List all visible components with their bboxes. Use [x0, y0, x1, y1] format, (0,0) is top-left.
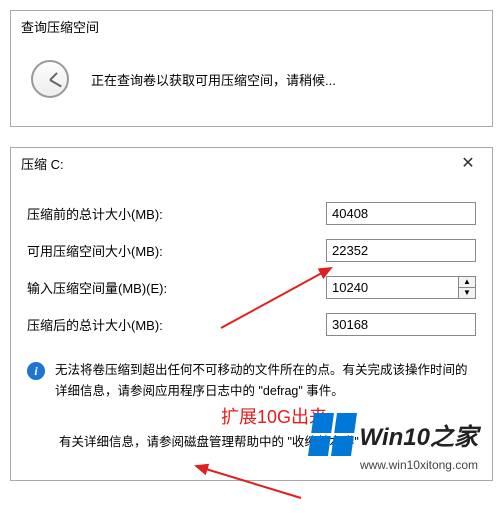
- value-available: [326, 239, 476, 262]
- query-dialog-title: 查询压缩空间: [11, 11, 492, 42]
- label-input-amount: 输入压缩空间量(MB)(E):: [27, 278, 227, 297]
- info-text: 无法将卷压缩到超出任何不可移动的文件所在的点。有关完成该操作时间的详细信息，请参…: [55, 360, 476, 403]
- label-total-before: 压缩前的总计大小(MB):: [27, 204, 227, 223]
- row-input-amount: 输入压缩空间量(MB)(E): ▲ ▼: [27, 276, 476, 299]
- value-total-before: [326, 202, 476, 225]
- query-dialog-body: 正在查询卷以获取可用压缩空间，请稍候...: [11, 42, 492, 126]
- label-available: 可用压缩空间大小(MB):: [27, 241, 227, 260]
- shrink-dialog-title: 压缩 C:: [21, 154, 450, 173]
- label-total-after: 压缩后的总计大小(MB):: [27, 315, 227, 334]
- input-shrink-amount[interactable]: [326, 276, 458, 299]
- shrink-form: 压缩前的总计大小(MB): 可用压缩空间大小(MB): 输入压缩空间量(MB)(…: [11, 178, 492, 336]
- brand-url: www.win10xitong.com: [311, 458, 478, 472]
- watermark: Win10之家 www.win10xitong.com: [311, 413, 478, 472]
- close-button[interactable]: ✕: [450, 152, 486, 174]
- row-total-after: 压缩后的总计大小(MB):: [27, 313, 476, 336]
- spinner-down[interactable]: ▼: [459, 288, 475, 298]
- spinner-up[interactable]: ▲: [459, 277, 475, 288]
- shrink-dialog-titlebar: 压缩 C: ✕: [11, 148, 492, 178]
- shrink-dialog: 压缩 C: ✕ 压缩前的总计大小(MB): 可用压缩空间大小(MB): 输入压缩…: [10, 147, 493, 481]
- row-total-before: 压缩前的总计大小(MB):: [27, 202, 476, 225]
- clock-icon: [31, 60, 69, 98]
- query-dialog-message: 正在查询卷以获取可用压缩空间，请稍候...: [91, 70, 336, 89]
- spinner-buttons[interactable]: ▲ ▼: [458, 276, 476, 299]
- value-total-after: [326, 313, 476, 336]
- info-block: i 无法将卷压缩到超出任何不可移动的文件所在的点。有关完成该操作时间的详细信息，…: [11, 350, 492, 413]
- windows-logo-icon: [308, 413, 357, 456]
- query-dialog: 查询压缩空间 正在查询卷以获取可用压缩空间，请稍候...: [10, 10, 493, 127]
- brand-name: Win10之家: [360, 417, 478, 452]
- info-icon: i: [27, 362, 45, 380]
- row-available: 可用压缩空间大小(MB):: [27, 239, 476, 262]
